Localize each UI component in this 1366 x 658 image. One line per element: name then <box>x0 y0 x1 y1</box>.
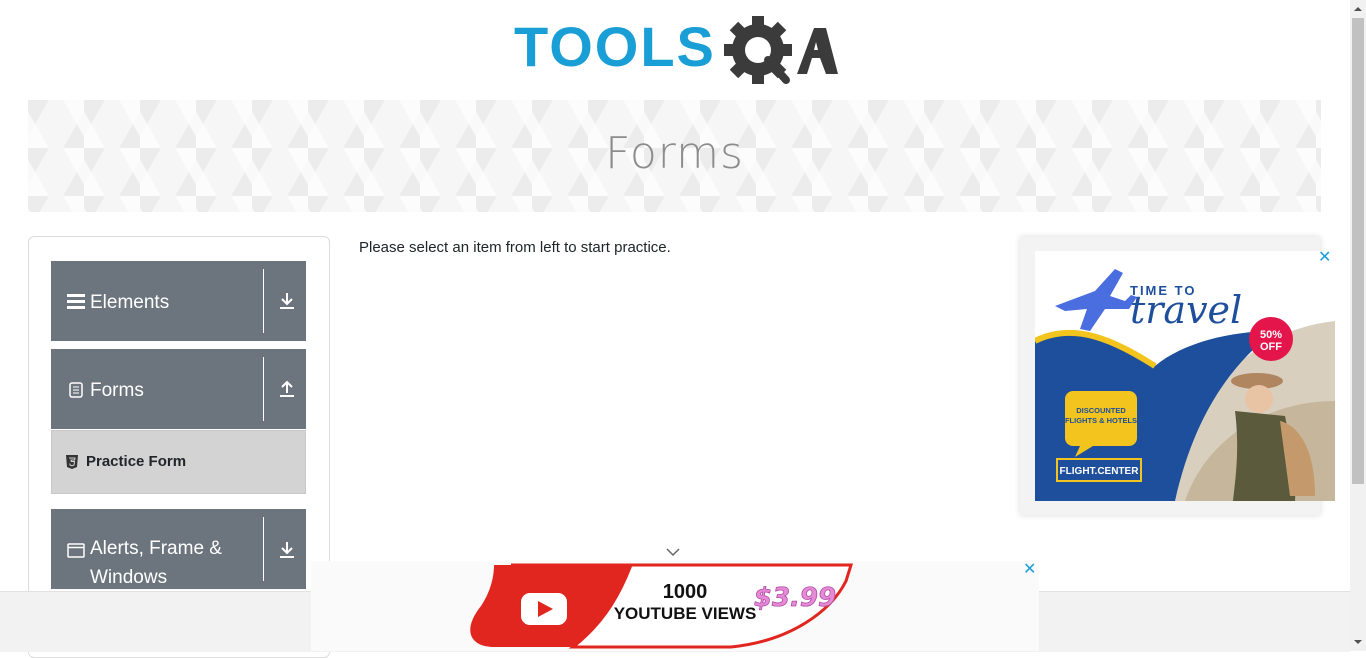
hamburger-icon <box>67 294 85 309</box>
document-icon <box>69 382 83 398</box>
sidebar-group-label: Elements <box>90 292 170 313</box>
ad-close-icon[interactable]: ✕ <box>1023 562 1039 578</box>
download-arrow-icon[interactable] <box>277 540 297 560</box>
sidebar-group-elements[interactable]: Elements <box>51 261 306 341</box>
ad-close-icon[interactable]: ✕ <box>1318 250 1334 266</box>
svg-text:OFF: OFF <box>1260 341 1282 353</box>
svg-text:DISCOUNTED: DISCOUNTED <box>1076 406 1126 415</box>
sidebar-group-label-line2: Windows <box>90 567 168 588</box>
ad-views-count: 1000 <box>663 581 708 603</box>
practice-message: Please select an item from left to start… <box>359 239 671 256</box>
chevron-down-icon[interactable] <box>665 546 681 558</box>
page-banner: Forms <box>28 100 1321 212</box>
scroll-down-arrow-icon[interactable] <box>1352 637 1364 647</box>
scroll-up-arrow-icon[interactable] <box>1352 4 1364 14</box>
scrollbar-thumb[interactable] <box>1352 18 1364 484</box>
ad-flight-center[interactable]: TIME TO travel 50% OFF DISCOUNTED FLIGHT… <box>1035 251 1335 501</box>
logo-a-letter <box>797 28 838 74</box>
gear-icon <box>724 16 792 84</box>
divider <box>263 357 264 421</box>
ad-bottom-artwork: 1000 YOUTUBE VIEWS $3.99 <box>470 563 854 649</box>
ad-price: $3.99 <box>754 583 836 613</box>
discount-badge: 50% OFF <box>1249 317 1293 361</box>
ad-views-label: YOUTUBE VIEWS <box>614 604 757 623</box>
download-arrow-icon[interactable] <box>277 291 297 311</box>
sidebar-group-forms[interactable]: Forms <box>51 349 306 429</box>
logo-tools-text: TOOLS <box>514 15 716 78</box>
ad-travel: travel <box>1130 288 1242 332</box>
sidebar-group-alerts[interactable]: Alerts, Frame & Windows <box>51 509 306 589</box>
sidebar-item-label: Practice Form <box>86 453 187 470</box>
ad-artwork: TIME TO travel 50% OFF DISCOUNTED FLIGHT… <box>1035 251 1335 501</box>
svg-text:FLIGHTS & HOTELS: FLIGHTS & HOTELS <box>1065 416 1137 425</box>
divider <box>263 269 264 333</box>
page-title: Forms <box>605 128 744 179</box>
sidebar-group-label: Alerts, Frame & <box>90 538 222 559</box>
ad-youtube-views[interactable]: 1000 YOUTUBE VIEWS $3.99 <box>311 561 1039 651</box>
upload-arrow-icon[interactable] <box>277 379 297 399</box>
sidebar-item-practice-form[interactable]: Practice Form <box>51 430 306 494</box>
ad-brand: FLIGHT.CENTER <box>1060 466 1140 477</box>
html5-icon <box>66 455 78 469</box>
sidebar-group-label: Forms <box>90 380 144 401</box>
divider <box>263 517 264 581</box>
youtube-play-icon <box>521 593 567 625</box>
svg-text:50%: 50% <box>1260 329 1282 341</box>
window-icon <box>67 543 85 558</box>
toolsqa-logo[interactable]: TOOLS QA <box>514 14 838 92</box>
